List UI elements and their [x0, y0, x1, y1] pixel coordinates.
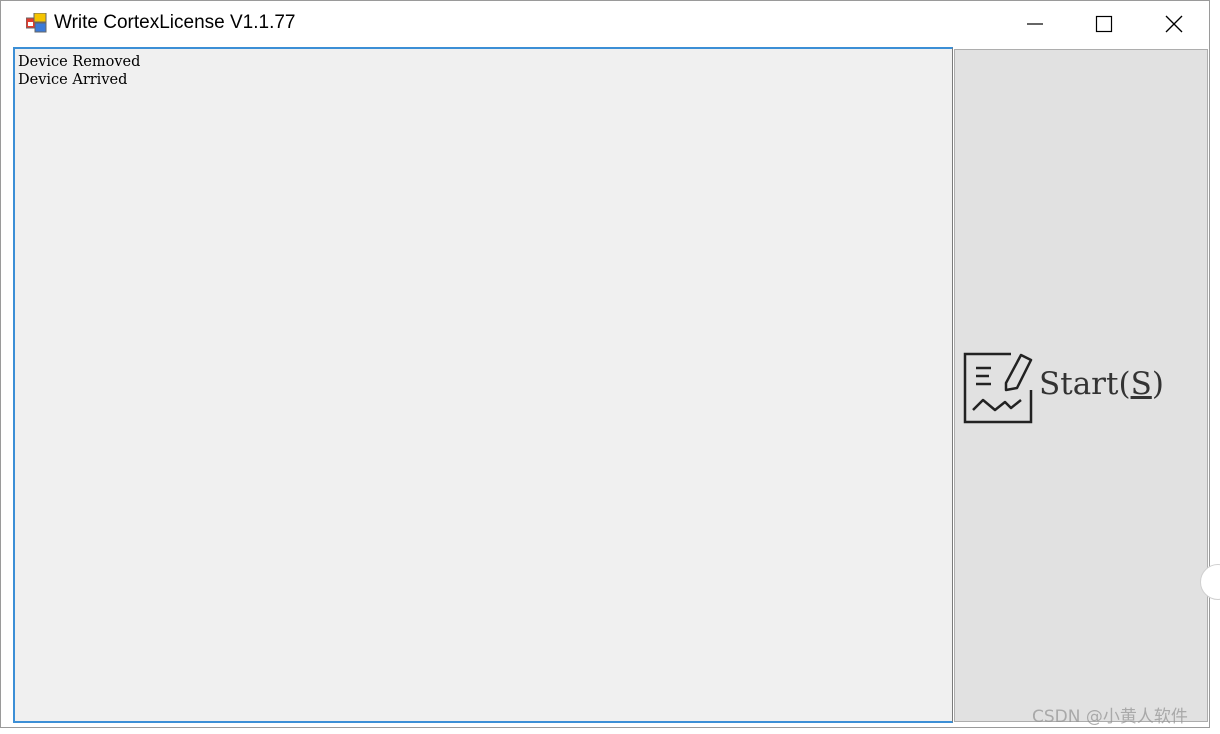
minimize-icon: [1027, 23, 1043, 25]
log-line: Device Arrived: [18, 72, 128, 88]
close-icon: [1165, 15, 1183, 33]
start-button-label: Start(S): [1039, 366, 1164, 402]
watermark: CSDN @小黄人软件: [1032, 707, 1188, 727]
window-title: Write CortexLicense V1.1.77: [54, 12, 296, 33]
close-button[interactable]: [1139, 1, 1209, 47]
maximize-icon: [1095, 15, 1113, 33]
start-button[interactable]: Start(S): [954, 49, 1208, 722]
sign-document-icon: [963, 352, 1033, 424]
minimize-button[interactable]: [1000, 1, 1070, 47]
start-open-paren: (: [1118, 366, 1131, 402]
maximize-button[interactable]: [1069, 1, 1139, 47]
log-textbox[interactable]: Device Removed Device Arrived: [13, 47, 953, 723]
app-icon: [26, 13, 47, 33]
start-label-text: Start: [1039, 366, 1119, 402]
start-hotkey: S: [1130, 366, 1152, 402]
app-window: Write CortexLicense V1.1.77 Device Remov…: [0, 0, 1210, 728]
title-bar[interactable]: Write CortexLicense V1.1.77: [1, 1, 1209, 47]
start-close-paren: ): [1151, 366, 1164, 402]
log-line: Device Removed: [18, 54, 141, 70]
